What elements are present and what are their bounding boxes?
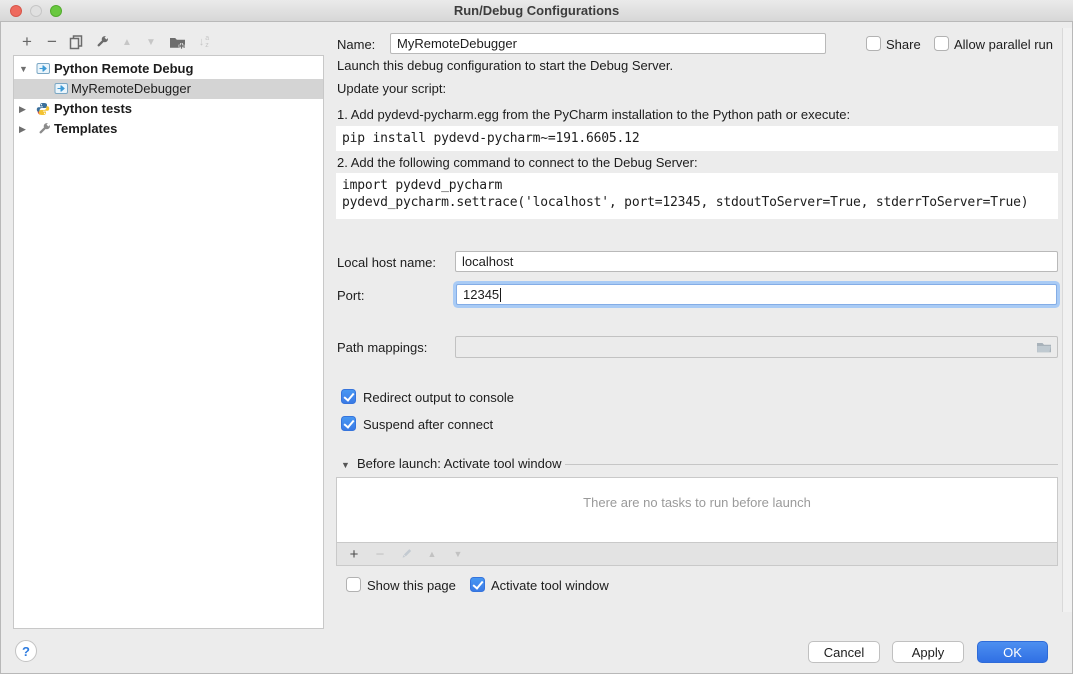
pip-install-command: pip install pydevd-pycharm~=191.6605.12 bbox=[342, 131, 639, 146]
templates-wrench-icon bbox=[37, 122, 51, 136]
remove-configuration-button[interactable]: − bbox=[43, 33, 61, 51]
allow-parallel-run-checkbox[interactable] bbox=[934, 36, 949, 51]
port-label: Port: bbox=[337, 288, 364, 303]
port-value: 12345 bbox=[463, 287, 499, 302]
tree-item-python-tests[interactable]: ▶ Python tests bbox=[14, 99, 323, 119]
tree-item-label: Python tests bbox=[54, 101, 132, 116]
share-label[interactable]: Share bbox=[886, 37, 921, 52]
share-checkbox[interactable] bbox=[866, 36, 881, 51]
new-folder-icon bbox=[169, 35, 186, 49]
edit-task-button[interactable] bbox=[397, 545, 415, 563]
instruction-step-1: 1. Add pydevd-pycharm.egg from the PyCha… bbox=[337, 107, 850, 122]
title-bar: Run/Debug Configurations bbox=[0, 0, 1073, 22]
redirect-output-label[interactable]: Redirect output to console bbox=[363, 390, 514, 405]
show-this-page-checkbox[interactable] bbox=[346, 577, 361, 592]
task-list-toolbar: + − ▲ ▼ bbox=[336, 542, 1058, 566]
edit-templates-button[interactable] bbox=[93, 33, 111, 51]
copy-configuration-button[interactable] bbox=[67, 33, 85, 51]
move-down-button[interactable]: ▼ bbox=[142, 33, 160, 51]
tree-item-label: Templates bbox=[54, 121, 117, 136]
browse-folder-button[interactable] bbox=[1036, 341, 1052, 354]
settrace-statement: pydevd_pycharm.settrace('localhost', por… bbox=[342, 194, 1058, 211]
description-pane-border bbox=[1062, 28, 1063, 612]
instruction-step-2: 2. Add the following command to connect … bbox=[337, 155, 698, 170]
text-caret bbox=[500, 288, 501, 302]
sort-alphabetically-icon: ↓ az bbox=[199, 35, 209, 49]
activate-tool-window-checkbox[interactable] bbox=[470, 577, 485, 592]
plus-icon: + bbox=[350, 546, 359, 563]
suspend-after-connect-checkbox[interactable] bbox=[341, 416, 356, 431]
port-input[interactable]: 12345 bbox=[456, 284, 1057, 305]
tree-item-label: MyRemoteDebugger bbox=[71, 81, 191, 96]
add-task-button[interactable]: + bbox=[345, 545, 363, 563]
section-divider bbox=[565, 464, 1058, 465]
add-configuration-button[interactable]: + bbox=[18, 33, 36, 51]
new-folder-button[interactable] bbox=[168, 33, 186, 51]
local-host-name-value: localhost bbox=[462, 254, 513, 269]
move-up-button[interactable]: ▲ bbox=[118, 33, 136, 51]
name-input[interactable]: MyRemoteDebugger bbox=[390, 33, 826, 54]
ok-button[interactable]: OK bbox=[977, 641, 1048, 663]
before-launch-task-list[interactable]: There are no tasks to run before launch bbox=[336, 477, 1058, 543]
show-this-page-label[interactable]: Show this page bbox=[367, 578, 456, 593]
instruction-line-1: Launch this debug configuration to start… bbox=[337, 58, 673, 73]
settrace-code-block: import pydevd_pycharm pydevd_pycharm.set… bbox=[336, 173, 1058, 219]
description-pane-margin bbox=[1063, 28, 1072, 612]
remote-debug-config-icon bbox=[36, 62, 51, 75]
help-button[interactable]: ? bbox=[15, 640, 37, 662]
wrench-icon bbox=[95, 35, 109, 49]
redirect-output-checkbox[interactable] bbox=[341, 389, 356, 404]
suspend-after-connect-label[interactable]: Suspend after connect bbox=[363, 417, 493, 432]
sort-configurations-button[interactable]: ↓ az bbox=[195, 33, 213, 51]
apply-button[interactable]: Apply bbox=[892, 641, 964, 663]
empty-tasks-message: There are no tasks to run before launch bbox=[337, 495, 1057, 510]
local-host-name-label: Local host name: bbox=[337, 255, 436, 270]
activate-tool-window-label[interactable]: Activate tool window bbox=[491, 578, 609, 593]
tree-item-label: Python Remote Debug bbox=[54, 61, 193, 76]
arrow-up-icon: ▲ bbox=[428, 549, 437, 559]
arrow-down-icon: ▼ bbox=[146, 37, 156, 48]
move-task-up-button[interactable]: ▲ bbox=[423, 545, 441, 563]
minus-icon: − bbox=[376, 546, 385, 563]
move-task-down-button[interactable]: ▼ bbox=[449, 545, 467, 563]
copy-icon bbox=[69, 35, 84, 50]
folder-icon bbox=[1036, 341, 1052, 354]
remote-debug-config-icon bbox=[54, 82, 69, 95]
path-mappings-label: Path mappings: bbox=[337, 340, 427, 355]
tree-item-templates[interactable]: ▶ Templates bbox=[14, 119, 323, 139]
local-host-name-input[interactable]: localhost bbox=[455, 251, 1058, 272]
window-title: Run/Debug Configurations bbox=[0, 3, 1073, 18]
configurations-tree: ▼ Python Remote Debug MyRemoteDebugger ▶ bbox=[13, 55, 324, 629]
chevron-down-icon[interactable]: ▼ bbox=[19, 64, 28, 74]
allow-parallel-run-label[interactable]: Allow parallel run bbox=[954, 37, 1053, 52]
path-mappings-input[interactable] bbox=[455, 336, 1058, 358]
before-launch-label: Before launch: Activate tool window bbox=[357, 456, 562, 471]
cancel-button[interactable]: Cancel bbox=[808, 641, 880, 663]
plus-icon: + bbox=[22, 34, 32, 50]
question-mark-icon: ? bbox=[22, 644, 30, 659]
tree-item-python-remote-debug[interactable]: ▼ Python Remote Debug bbox=[14, 59, 323, 79]
arrow-down-icon: ▼ bbox=[454, 549, 463, 559]
name-value: MyRemoteDebugger bbox=[397, 36, 517, 51]
remove-task-button[interactable]: − bbox=[371, 545, 389, 563]
arrow-up-icon: ▲ bbox=[122, 37, 132, 48]
import-statement: import pydevd_pycharm bbox=[342, 177, 1058, 194]
pip-install-code-block: pip install pydevd-pycharm~=191.6605.12 bbox=[336, 126, 1058, 151]
chevron-right-icon[interactable]: ▶ bbox=[19, 124, 26, 135]
chevron-right-icon[interactable]: ▶ bbox=[19, 104, 26, 115]
minus-icon: − bbox=[47, 34, 57, 50]
collapse-section-icon[interactable]: ▼ bbox=[341, 460, 350, 470]
instruction-line-2: Update your script: bbox=[337, 81, 446, 96]
name-label: Name: bbox=[337, 37, 375, 52]
run-debug-configurations-dialog: Run/Debug Configurations + − ▲ ▼ ↓ az bbox=[0, 0, 1073, 674]
tree-item-myremotedebugger[interactable]: MyRemoteDebugger bbox=[14, 79, 323, 99]
python-icon bbox=[36, 102, 50, 116]
pencil-icon bbox=[400, 548, 412, 560]
